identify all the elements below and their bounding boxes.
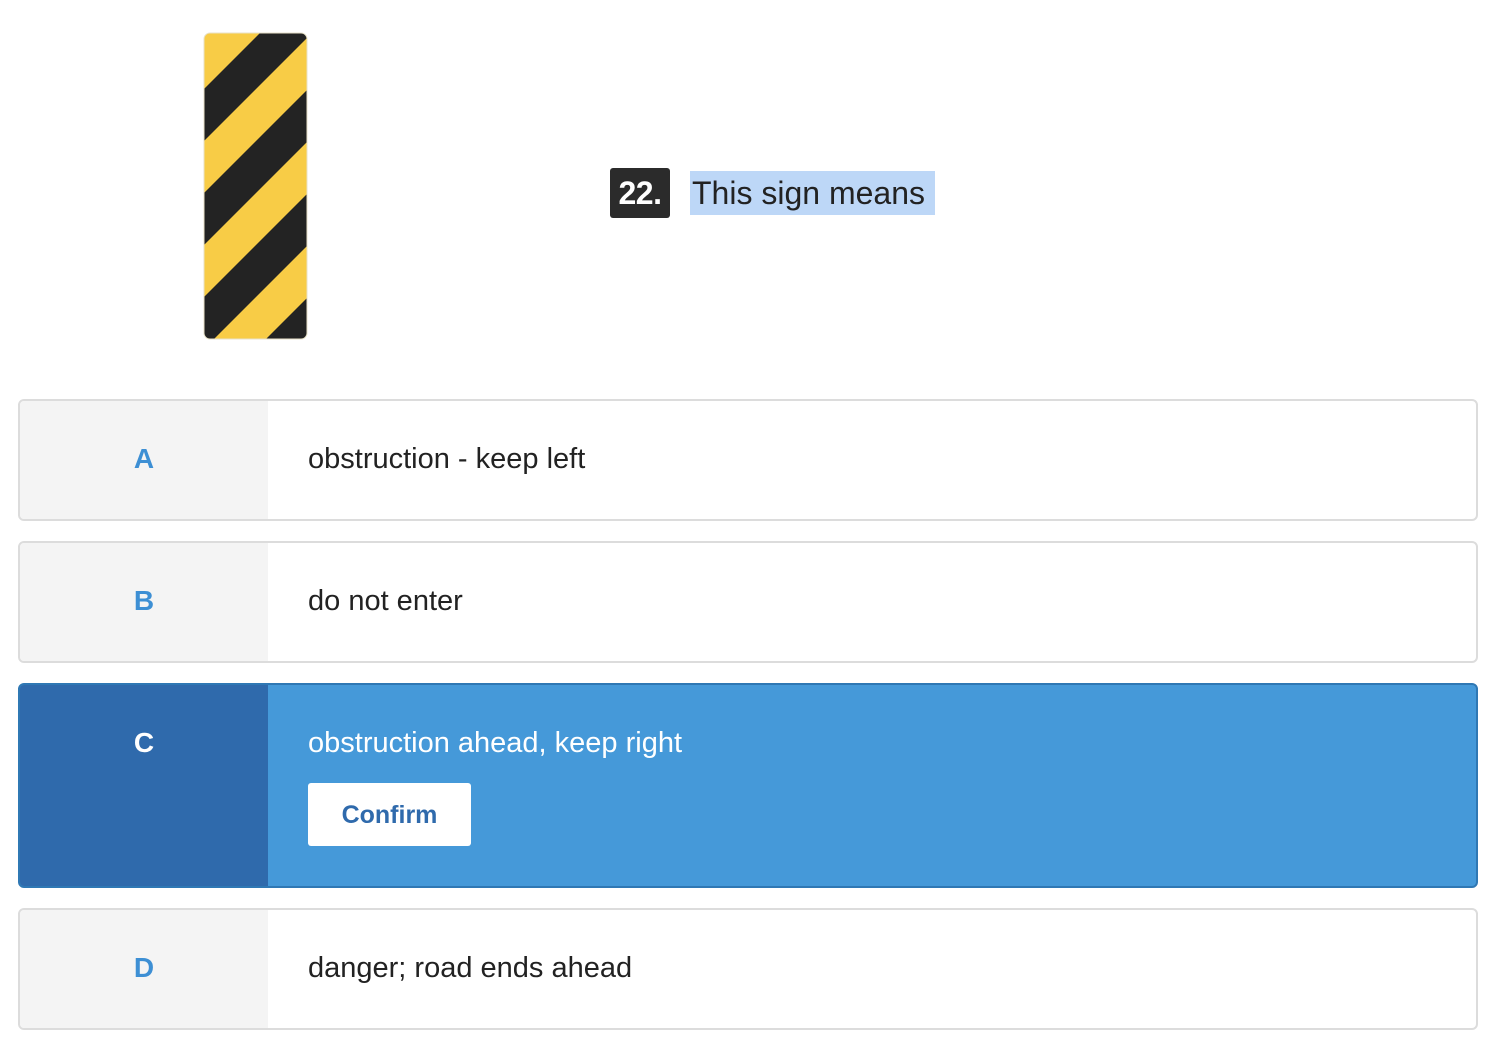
question-number-badge: 22. (610, 168, 670, 218)
option-letter-cell: C (20, 685, 268, 886)
option-text: danger; road ends ahead (308, 952, 633, 984)
answer-option-b[interactable]: B do not enter (18, 541, 1478, 663)
obstruction-marker-sign-image (203, 32, 308, 340)
option-text: obstruction ahead, keep right (308, 727, 683, 759)
option-letter-cell: B (20, 543, 268, 661)
option-content: obstruction ahead, keep right Confirm (268, 685, 1476, 886)
answer-option-c[interactable]: C obstruction ahead, keep right Confirm (18, 683, 1478, 888)
option-letter: D (133, 952, 155, 983)
answer-option-d[interactable]: D danger; road ends ahead (18, 908, 1478, 1030)
option-text: obstruction - keep left (308, 443, 586, 475)
option-content: obstruction - keep left (268, 401, 1476, 519)
question-text: This sign means (690, 171, 935, 215)
option-letter-cell: D (20, 910, 268, 1028)
option-content: do not enter (268, 543, 1476, 661)
option-letter-cell: A (20, 401, 268, 519)
option-letter: A (133, 443, 155, 474)
question-header: 22. This sign means (610, 168, 935, 218)
option-letter: C (133, 727, 155, 758)
option-text: do not enter (308, 585, 463, 617)
quiz-page: 22. This sign means A obstruction - keep… (0, 0, 1498, 1050)
confirm-button[interactable]: Confirm (308, 783, 471, 846)
option-letter: B (133, 585, 155, 616)
option-content: danger; road ends ahead (268, 910, 1476, 1028)
answer-option-a[interactable]: A obstruction - keep left (18, 399, 1478, 521)
